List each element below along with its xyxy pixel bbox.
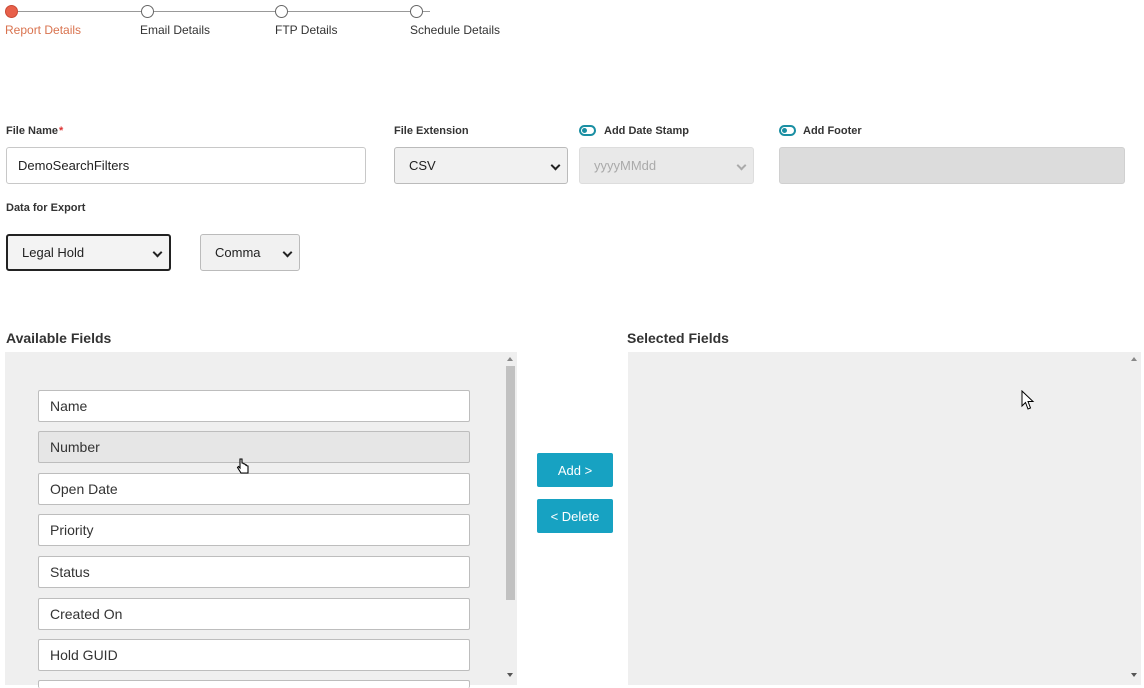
footer-toggle[interactable] (779, 125, 796, 136)
footer-label: Add Footer (803, 125, 862, 137)
selected-fields-list[interactable] (628, 352, 1141, 685)
date-stamp-label: Add Date Stamp (604, 125, 689, 137)
selected-fields-title: Selected Fields (627, 330, 729, 346)
field-item-name[interactable]: Name (38, 390, 470, 422)
step-connector (12, 11, 148, 12)
step-label-ftp-details[interactable]: FTP Details (275, 23, 337, 37)
step-label-report-details[interactable]: Report Details (5, 23, 81, 37)
step-connector (147, 11, 282, 12)
available-scrollbar-thumb[interactable] (506, 366, 515, 600)
date-stamp-toggle[interactable] (579, 125, 596, 136)
step-dot-ftp-details[interactable] (275, 5, 288, 18)
field-item-partial[interactable] (38, 680, 470, 688)
progress-stepper: Report Details Email Details FTP Details… (0, 0, 520, 44)
scroll-up-icon[interactable] (507, 357, 513, 361)
arrow-cursor-icon (1021, 390, 1035, 410)
field-item-hold-guid[interactable]: Hold GUID (38, 639, 470, 671)
available-fields-title: Available Fields (6, 330, 112, 346)
field-item-number[interactable]: Number (38, 431, 470, 463)
chevron-down-icon (737, 162, 745, 170)
field-item-priority[interactable]: Priority (38, 514, 470, 546)
scroll-down-icon[interactable] (1131, 673, 1137, 677)
field-item-created-on[interactable]: Created On (38, 598, 470, 630)
hand-cursor-icon (236, 458, 249, 474)
footer-input[interactable] (779, 147, 1125, 184)
file-extension-value: CSV (409, 158, 436, 173)
step-label-email-details[interactable]: Email Details (140, 23, 210, 37)
field-item-status[interactable]: Status (38, 556, 470, 588)
scroll-up-icon[interactable] (1131, 357, 1137, 361)
data-for-export-select[interactable]: Legal Hold (6, 234, 171, 271)
required-mark: * (58, 125, 64, 137)
step-connector (282, 11, 417, 12)
step-label-schedule-details[interactable]: Schedule Details (410, 23, 500, 37)
file-name-input[interactable]: DemoSearchFilters (6, 147, 366, 184)
scroll-down-icon[interactable] (507, 673, 513, 677)
file-name-label: File Name* (6, 125, 63, 137)
step-dot-schedule-details[interactable] (410, 5, 423, 18)
delete-button[interactable]: < Delete (537, 499, 613, 533)
chevron-down-icon (153, 249, 161, 257)
file-name-value: DemoSearchFilters (18, 158, 130, 173)
file-extension-label: File Extension (394, 125, 469, 137)
date-stamp-format-value: yyyyMMdd (594, 158, 657, 173)
date-stamp-format-select[interactable]: yyyyMMdd (579, 147, 754, 184)
field-item-open-date[interactable]: Open Date (38, 473, 470, 505)
delimiter-select[interactable]: Comma (200, 234, 300, 271)
step-dot-email-details[interactable] (141, 5, 154, 18)
available-fields-list[interactable]: Name Number Open Date Priority Status Cr… (5, 352, 517, 688)
file-extension-select[interactable]: CSV (394, 147, 568, 184)
add-button[interactable]: Add > (537, 453, 613, 487)
file-name-label-text: File Name (6, 125, 58, 137)
chevron-down-icon (283, 249, 291, 257)
step-dot-report-details[interactable] (5, 5, 18, 18)
delimiter-value: Comma (215, 245, 261, 260)
data-for-export-value: Legal Hold (22, 245, 85, 260)
chevron-down-icon (551, 162, 559, 170)
data-for-export-label: Data for Export (6, 202, 86, 214)
